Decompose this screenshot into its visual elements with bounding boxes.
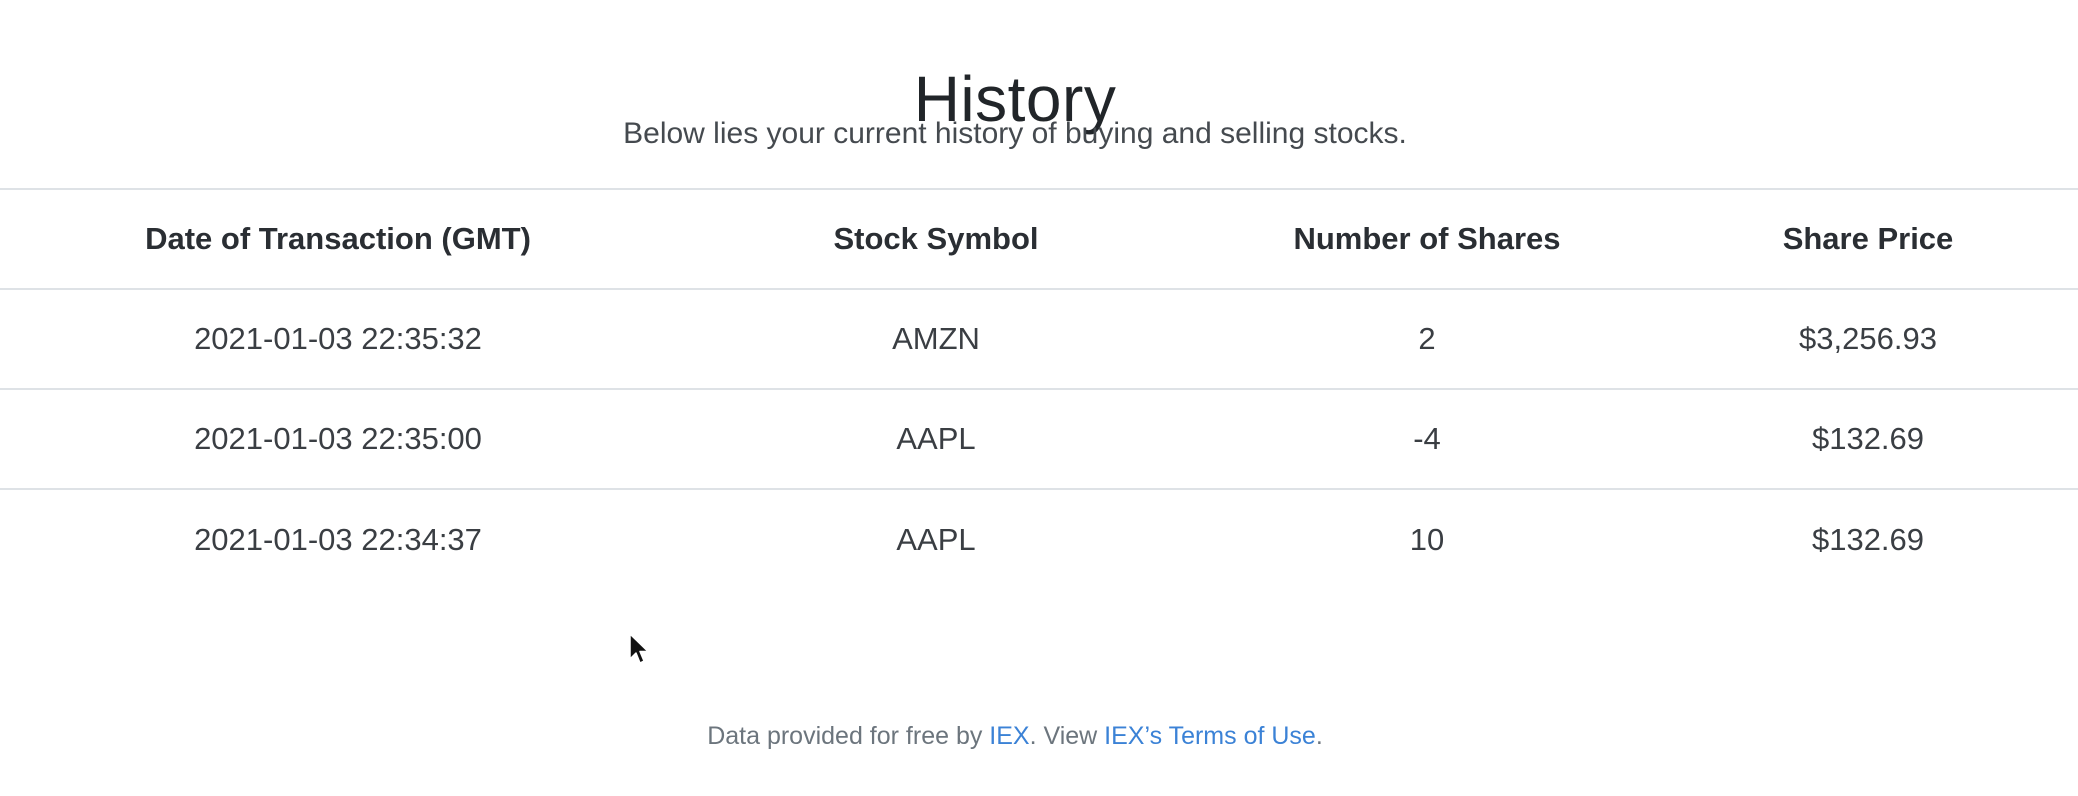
- footer-middle: . View: [1029, 722, 1105, 750]
- cell-shares: 10: [1196, 488, 1658, 590]
- table-row: 2021-01-03 22:34:37 AAPL 10 $132.69: [0, 488, 2078, 590]
- iex-link[interactable]: IEX: [989, 722, 1029, 750]
- cell-shares: 2: [1196, 288, 1658, 389]
- iex-terms-link[interactable]: IEX’s Terms of Use: [1104, 722, 1316, 750]
- header-price: Share Price: [1658, 188, 2078, 289]
- table-body: 2021-01-03 22:35:32 AMZN 2 $3,256.93 202…: [0, 288, 2078, 590]
- cell-price: $132.69: [1658, 388, 2078, 489]
- mouse-pointer-icon: [628, 632, 652, 668]
- history-table: Date of Transaction (GMT) Stock Symbol N…: [0, 188, 2078, 590]
- page-subtitle: Below lies your current history of buyin…: [623, 117, 1407, 150]
- footer-attribution: Data provided for free by IEX. View IEX’…: [0, 720, 2030, 752]
- cell-symbol: AMZN: [676, 288, 1196, 389]
- table-row: 2021-01-03 22:35:00 AAPL -4 $132.69: [0, 388, 2078, 489]
- table-header: Date of Transaction (GMT) Stock Symbol N…: [0, 188, 2078, 289]
- cell-symbol: AAPL: [676, 388, 1196, 489]
- cell-date: 2021-01-03 22:35:32: [0, 288, 676, 389]
- header-symbol: Stock Symbol: [676, 188, 1196, 289]
- cell-symbol: AAPL: [676, 488, 1196, 590]
- footer-suffix: .: [1315, 722, 1323, 750]
- cell-shares: -4: [1196, 388, 1658, 489]
- header-row: Date of Transaction (GMT) Stock Symbol N…: [0, 188, 2078, 289]
- cell-date: 2021-01-03 22:35:00: [0, 388, 676, 489]
- table-row: 2021-01-03 22:35:32 AMZN 2 $3,256.93: [0, 288, 2078, 389]
- cell-date: 2021-01-03 22:34:37: [0, 488, 676, 590]
- cell-price: $3,256.93: [1658, 288, 2078, 389]
- header-date: Date of Transaction (GMT): [0, 188, 676, 289]
- cell-price: $132.69: [1658, 488, 2078, 590]
- header-shares: Number of Shares: [1196, 188, 1658, 289]
- footer-prefix: Data provided for free by: [707, 722, 990, 750]
